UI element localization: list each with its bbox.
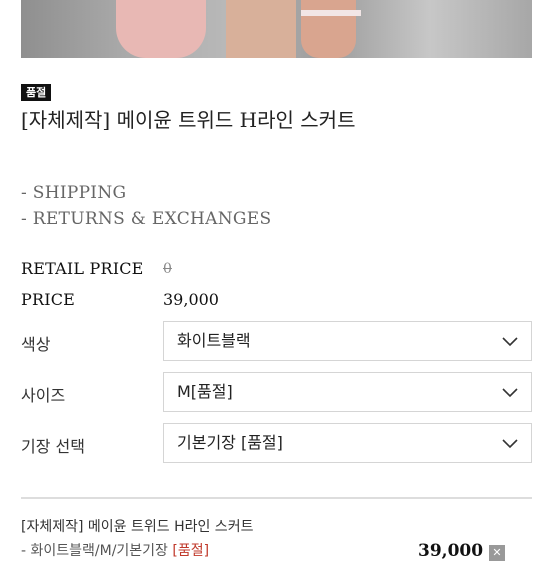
shipping-link[interactable]: - SHIPPING (21, 183, 126, 203)
color-select[interactable]: 화이트블랙 (163, 321, 532, 361)
soldout-badge: 품절 (21, 84, 52, 101)
length-option-label: 기장 선택 (21, 437, 85, 456)
selected-price: 39,000 (418, 541, 484, 561)
price-label: PRICE (21, 290, 76, 309)
size-option-label: 사이즈 (21, 386, 66, 405)
size-select[interactable]: M[품절] (163, 372, 532, 412)
product-title: [자체제작] 메이윤 트위드 H라인 스커트 (21, 108, 356, 132)
retail-price-label: RETAIL PRICE (21, 259, 144, 278)
selected-option-value: - 화이트블랙/M/기본기장 (21, 543, 168, 559)
length-select-value: 기본기장 [품절] (177, 433, 283, 452)
image-shape-boot (301, 0, 356, 58)
retail-price-value: 0 (163, 261, 172, 277)
color-option-label: 색상 (21, 335, 51, 354)
selected-option-text: - 화이트블랙/M/기본기장 [품절] (21, 540, 209, 560)
selected-option-soldout: [품절] (172, 543, 210, 559)
length-select[interactable]: 기본기장 [품절] (163, 423, 532, 463)
returns-link[interactable]: - RETURNS & EXCHANGES (21, 209, 271, 229)
chevron-down-icon (502, 337, 518, 347)
chevron-down-icon (502, 388, 518, 398)
chevron-down-icon (502, 439, 518, 449)
color-select-value: 화이트블랙 (177, 331, 251, 350)
image-shape-leg (226, 0, 296, 58)
price-value: 39,000 (163, 290, 219, 309)
size-select-value: M[품절] (177, 382, 233, 401)
image-shape-bag (116, 0, 206, 58)
image-shape-lace (301, 10, 361, 16)
product-image (21, 0, 532, 58)
divider (21, 497, 532, 499)
close-icon[interactable]: ✕ (489, 545, 505, 561)
selected-product-name: [자체제작] 메이윤 트위드 H라인 스커트 (21, 519, 254, 535)
